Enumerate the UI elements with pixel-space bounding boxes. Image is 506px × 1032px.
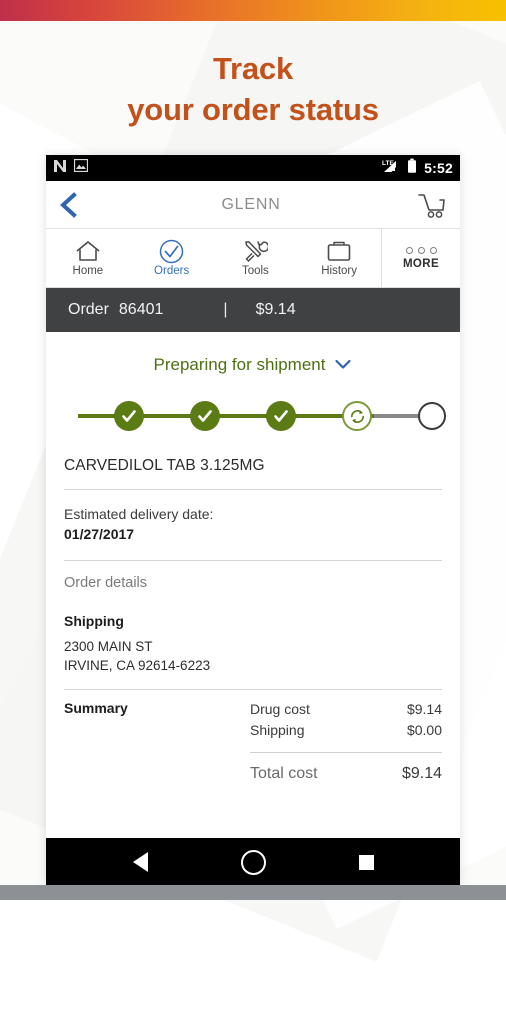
- app-bar: GLENN: [46, 181, 460, 229]
- summary-row: Shipping $0.00: [250, 720, 442, 741]
- order-word: Order: [68, 301, 109, 318]
- estimated-delivery-block: Estimated delivery date: 01/27/2017: [64, 490, 442, 560]
- tab-orders[interactable]: Orders: [130, 229, 214, 287]
- home-circle-icon[interactable]: [240, 849, 266, 875]
- summary-row-label: Shipping: [250, 722, 305, 738]
- status-time: 5:52: [424, 160, 453, 176]
- total-cost-label: Total cost: [250, 765, 318, 782]
- summary-row-label: Drug cost: [250, 701, 310, 717]
- back-triangle-icon[interactable]: [132, 852, 148, 872]
- bottom-strip: [0, 885, 506, 900]
- check-circle-icon: [159, 239, 184, 263]
- status-bar: LTE 5:52: [46, 155, 460, 181]
- tab-history-label: History: [321, 265, 358, 277]
- estimated-delivery-label: Estimated delivery date:: [64, 506, 214, 522]
- order-details-title: Order details: [64, 575, 148, 591]
- sync-icon: [350, 409, 364, 423]
- top-gradient-bar: [0, 0, 506, 21]
- home-icon: [75, 239, 101, 263]
- phone-screenshot: LTE 5:52 GLENN Home Orders Tools History…: [46, 155, 460, 886]
- tracker-step-3: [266, 401, 296, 431]
- summary-block: Summary Drug cost $9.14 Shipping $0.00 T…: [64, 690, 442, 783]
- summary-divider: [250, 752, 442, 753]
- check-icon: [198, 410, 212, 422]
- tracker-step-4: [342, 401, 372, 431]
- briefcase-icon: [326, 239, 352, 263]
- tab-orders-label: Orders: [154, 265, 190, 277]
- total-cost-value: $9.14: [401, 765, 442, 782]
- order-status-row[interactable]: Preparing for shipment: [64, 332, 442, 375]
- tab-home-label: Home: [72, 265, 104, 277]
- order-separator: |: [223, 301, 228, 318]
- promo-heading-line-1: Track: [212, 51, 293, 86]
- shipping-address: 2300 MAIN ST IRVINE, CA 92614-6223: [64, 637, 442, 689]
- promo-heading-line-2: your order status: [127, 92, 379, 127]
- tab-more-label: MORE: [402, 257, 440, 270]
- shipping-heading: Shipping: [64, 613, 124, 629]
- recents-square-icon[interactable]: [358, 854, 374, 870]
- cart-icon[interactable]: [414, 191, 448, 219]
- tab-tools-label: Tools: [241, 265, 269, 277]
- lte-signal-icon: LTE: [382, 158, 402, 179]
- tab-navigation: Home Orders Tools History MORE: [46, 229, 460, 288]
- tracker-step-2: [190, 401, 220, 431]
- image-icon: [73, 158, 89, 177]
- promo-heading: Track your order status: [0, 48, 506, 130]
- summary-row: Drug cost $9.14: [250, 699, 442, 720]
- tab-tools[interactable]: Tools: [214, 229, 298, 287]
- summary-total-row: Total cost $9.14: [250, 765, 442, 783]
- summary-row-value: $9.14: [406, 701, 442, 717]
- address-line-1: 2300 MAIN ST: [64, 639, 153, 654]
- order-amount: $9.14: [255, 301, 296, 318]
- battery-icon: [407, 158, 417, 179]
- check-icon: [122, 410, 136, 422]
- prescription-name: CARVEDILOL TAB 3.125MG: [64, 457, 265, 474]
- estimated-delivery-date: 01/27/2017: [64, 526, 135, 542]
- n-logo-icon: [53, 159, 67, 178]
- summary-table: Drug cost $9.14 Shipping $0.00 Total cos…: [250, 699, 442, 783]
- tab-history[interactable]: History: [297, 229, 381, 287]
- android-navigation-bar: [46, 838, 460, 886]
- order-summary-bar: Order 86401 | $9.14: [46, 288, 460, 332]
- tracker-step-5: [418, 402, 446, 430]
- tab-home[interactable]: Home: [46, 229, 130, 287]
- order-status-text: Preparing for shipment: [153, 355, 326, 374]
- order-content: Preparing for shipment CARVEDILOL TAB 3.…: [46, 332, 460, 783]
- order-progress-tracker: [64, 385, 446, 447]
- tracker-step-1: [114, 401, 144, 431]
- tools-icon: [243, 239, 268, 263]
- summary-row-value: $0.00: [406, 722, 442, 738]
- address-line-2: IRVINE, CA 92614-6223: [64, 658, 211, 673]
- check-icon: [274, 410, 288, 422]
- page-title: GLENN: [221, 195, 281, 213]
- order-number: 86401: [118, 301, 164, 318]
- tab-more[interactable]: MORE: [381, 229, 460, 287]
- chevron-down-icon[interactable]: [334, 355, 352, 375]
- back-chevron-icon[interactable]: [58, 191, 88, 218]
- three-dots-icon: [405, 246, 437, 254]
